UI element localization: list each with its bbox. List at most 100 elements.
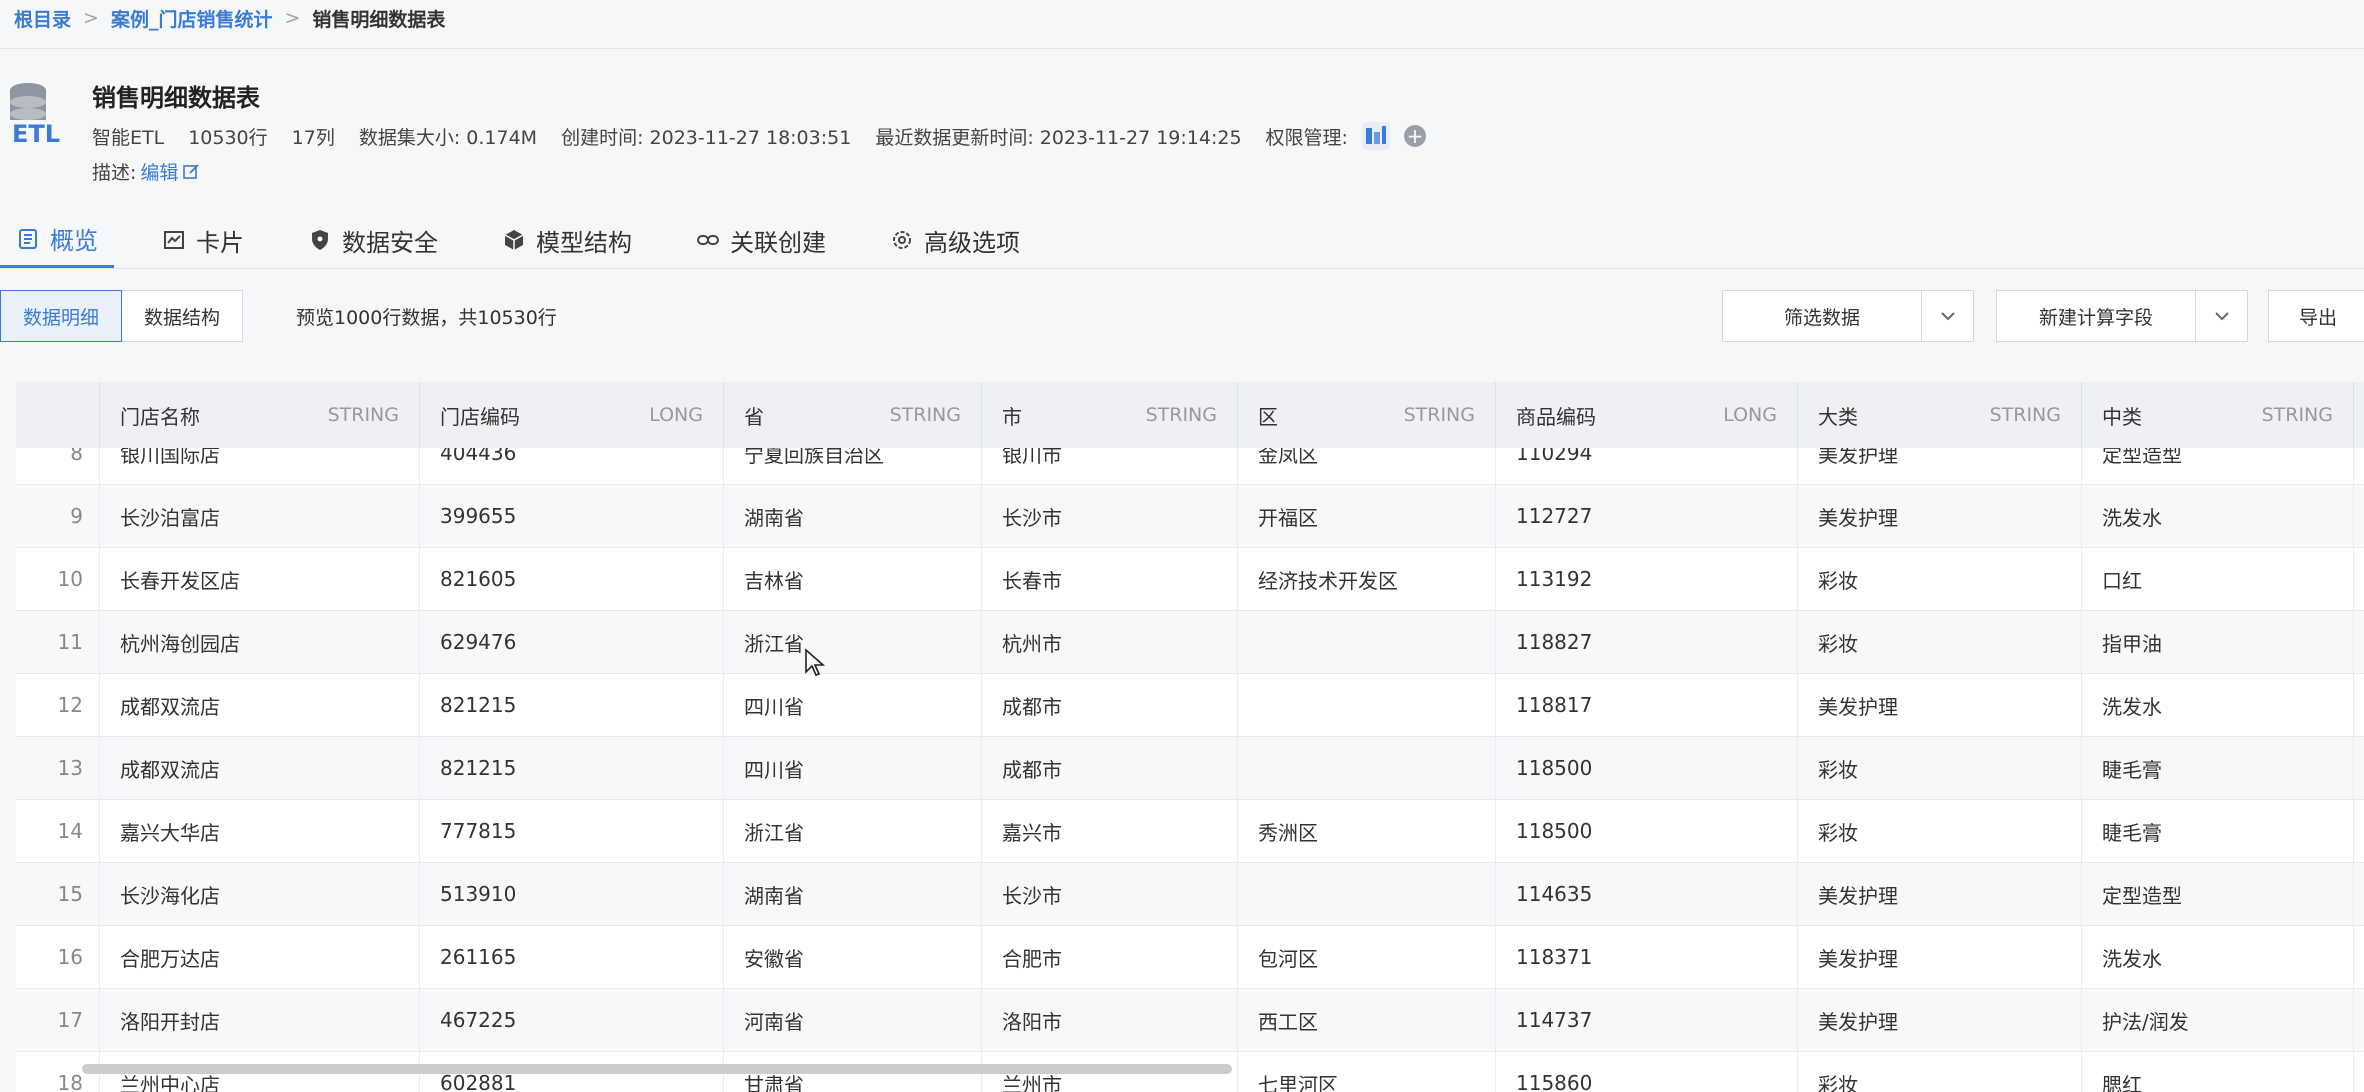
calc-field-dropdown-button[interactable]: [2196, 290, 2248, 342]
table-cell[interactable]: 包河区: [1238, 926, 1496, 988]
table-row[interactable]: 14 嘉兴大华店 777815 浙江省 嘉兴市 秀洲区 118500 彩妆 睫毛膏: [16, 800, 2364, 863]
data-structure-button[interactable]: 数据结构: [122, 290, 244, 342]
table-cell[interactable]: 嘉兴大华店: [100, 800, 420, 862]
table-cell[interactable]: 成都双流店: [100, 737, 420, 799]
table-cell[interactable]: 长沙泊富店: [100, 485, 420, 547]
column-header[interactable]: 门店编码 LONG: [420, 382, 724, 448]
table-cell[interactable]: 定型造型: [2082, 863, 2354, 925]
table-cell[interactable]: 长春开发区店: [100, 548, 420, 610]
data-detail-button[interactable]: 数据明细: [0, 290, 123, 342]
table-row[interactable]: 10 长春开发区店 821605 吉林省 长春市 经济技术开发区 113192 彩妆 口红: [16, 548, 2364, 611]
table-cell[interactable]: 彩妆: [1798, 548, 2082, 610]
table-cell[interactable]: 河南省: [724, 989, 982, 1051]
table-cell[interactable]: 洛阳开封店: [100, 989, 420, 1051]
breadcrumb-root[interactable]: 根目录: [14, 5, 71, 32]
table-cell[interactable]: 睫毛膏: [2082, 800, 2354, 862]
table-row[interactable]: 9 长沙泊富店 399655 湖南省 长沙市 开福区 112727 美发护理 洗发水: [16, 485, 2364, 548]
table-cell[interactable]: [1238, 737, 1496, 799]
table-cell[interactable]: 821215: [420, 674, 724, 736]
table-cell[interactable]: 西工区: [1238, 989, 1496, 1051]
table-cell[interactable]: 513910: [420, 863, 724, 925]
export-button[interactable]: 导出: [2268, 290, 2364, 342]
table-row[interactable]: 15 长沙海化店 513910 湖南省 长沙市 114635 美发护理 定型造型: [16, 863, 2364, 926]
table-cell[interactable]: 118500: [1496, 800, 1798, 862]
column-header[interactable]: 区 STRING: [1238, 382, 1496, 448]
table-cell[interactable]: 成都市: [982, 674, 1238, 736]
filter-data-button[interactable]: 筛选数据: [1722, 290, 1922, 342]
permission-user-icon[interactable]: [1360, 120, 1392, 152]
table-cell[interactable]: 261165: [420, 926, 724, 988]
table-cell[interactable]: 湖南省: [724, 485, 982, 547]
column-header[interactable]: 市 STRING: [982, 382, 1238, 448]
table-cell[interactable]: 洛阳市: [982, 989, 1238, 1051]
table-cell[interactable]: 口红: [2082, 548, 2354, 610]
table-cell[interactable]: 112727: [1496, 485, 1798, 547]
column-header[interactable]: 大类 STRING: [1798, 382, 2082, 448]
tab-cards[interactable]: 卡片: [146, 212, 260, 268]
table-cell[interactable]: 115860: [1496, 1052, 1798, 1092]
table-cell[interactable]: 合肥市: [982, 926, 1238, 988]
table-cell[interactable]: 118500: [1496, 737, 1798, 799]
table-cell[interactable]: 嘉兴市: [982, 800, 1238, 862]
table-cell[interactable]: 杭州市: [982, 611, 1238, 673]
add-permission-icon[interactable]: +: [1403, 125, 1426, 147]
tab-association[interactable]: 关联创建: [680, 212, 842, 268]
table-cell[interactable]: 彩妆: [1798, 737, 2082, 799]
column-header[interactable]: 门店名称 STRING: [100, 382, 420, 448]
table-cell[interactable]: 护法/润发: [2082, 989, 2354, 1051]
table-cell[interactable]: 美发护理: [1798, 485, 2082, 547]
table-cell[interactable]: 合肥万达店: [100, 926, 420, 988]
table-cell[interactable]: 安徽省: [724, 926, 982, 988]
table-row[interactable]: 11 杭州海创园店 629476 浙江省 杭州市 118827 彩妆 指甲油: [16, 611, 2364, 674]
table-cell[interactable]: 杭州海创园店: [100, 611, 420, 673]
table-row[interactable]: 12 成都双流店 821215 四川省 成都市 118817 美发护理 洗发水: [16, 674, 2364, 737]
table-cell[interactable]: 113192: [1496, 548, 1798, 610]
new-calc-field-button[interactable]: 新建计算字段: [1996, 290, 2196, 342]
table-cell[interactable]: 长春市: [982, 548, 1238, 610]
table-cell[interactable]: 成都双流店: [100, 674, 420, 736]
table-row[interactable]: 17 洛阳开封店 467225 河南省 洛阳市 西工区 114737 美发护理 护法/润发: [16, 989, 2364, 1052]
table-cell[interactable]: [1238, 674, 1496, 736]
table-cell[interactable]: 经济技术开发区: [1238, 548, 1496, 610]
column-header[interactable]: 中类 STRING: [2082, 382, 2354, 448]
table-cell[interactable]: 成都市: [982, 737, 1238, 799]
table-cell[interactable]: 开福区: [1238, 485, 1496, 547]
table-cell[interactable]: 114635: [1496, 863, 1798, 925]
tab-data-security[interactable]: 数据安全: [292, 212, 454, 268]
table-cell[interactable]: 湖南省: [724, 863, 982, 925]
table-cell[interactable]: 美发护理: [1798, 926, 2082, 988]
table-cell[interactable]: 821605: [420, 548, 724, 610]
table-cell[interactable]: 美发护理: [1798, 863, 2082, 925]
table-cell[interactable]: 118827: [1496, 611, 1798, 673]
table-cell[interactable]: 指甲油: [2082, 611, 2354, 673]
table-cell[interactable]: 睫毛膏: [2082, 737, 2354, 799]
table-cell[interactable]: 118817: [1496, 674, 1798, 736]
table-cell[interactable]: 629476: [420, 611, 724, 673]
filter-dropdown-button[interactable]: [1922, 290, 1974, 342]
table-cell[interactable]: [1238, 863, 1496, 925]
table-cell[interactable]: 467225: [420, 989, 724, 1051]
table-cell[interactable]: 777815: [420, 800, 724, 862]
table-cell[interactable]: 四川省: [724, 674, 982, 736]
table-cell[interactable]: 美发护理: [1798, 989, 2082, 1051]
breadcrumb-parent[interactable]: 案例_门店销售统计: [111, 5, 273, 32]
table-cell[interactable]: 118371: [1496, 926, 1798, 988]
table-cell[interactable]: 腮红: [2082, 1052, 2354, 1092]
table-cell[interactable]: 长沙海化店: [100, 863, 420, 925]
tab-advanced-options[interactable]: 高级选项: [874, 212, 1036, 268]
table-cell[interactable]: 长沙市: [982, 863, 1238, 925]
table-cell[interactable]: 浙江省: [724, 611, 982, 673]
table-cell[interactable]: 浙江省: [724, 800, 982, 862]
table-cell[interactable]: 七里河区: [1238, 1052, 1496, 1092]
table-cell[interactable]: 秀洲区: [1238, 800, 1496, 862]
table-row[interactable]: 13 成都双流店 821215 四川省 成都市 118500 彩妆 睫毛膏: [16, 737, 2364, 800]
column-header[interactable]: 省 STRING: [724, 382, 982, 448]
table-cell[interactable]: 彩妆: [1798, 800, 2082, 862]
table-cell[interactable]: 彩妆: [1798, 1052, 2082, 1092]
table-row[interactable]: 16 合肥万达店 261165 安徽省 合肥市 包河区 118371 美发护理 洗发水: [16, 926, 2364, 989]
table-cell[interactable]: 四川省: [724, 737, 982, 799]
table-cell[interactable]: 399655: [420, 485, 724, 547]
tab-overview[interactable]: 概览: [0, 212, 114, 268]
table-cell[interactable]: 洗发水: [2082, 485, 2354, 547]
horizontal-scrollbar[interactable]: [82, 1064, 1232, 1074]
